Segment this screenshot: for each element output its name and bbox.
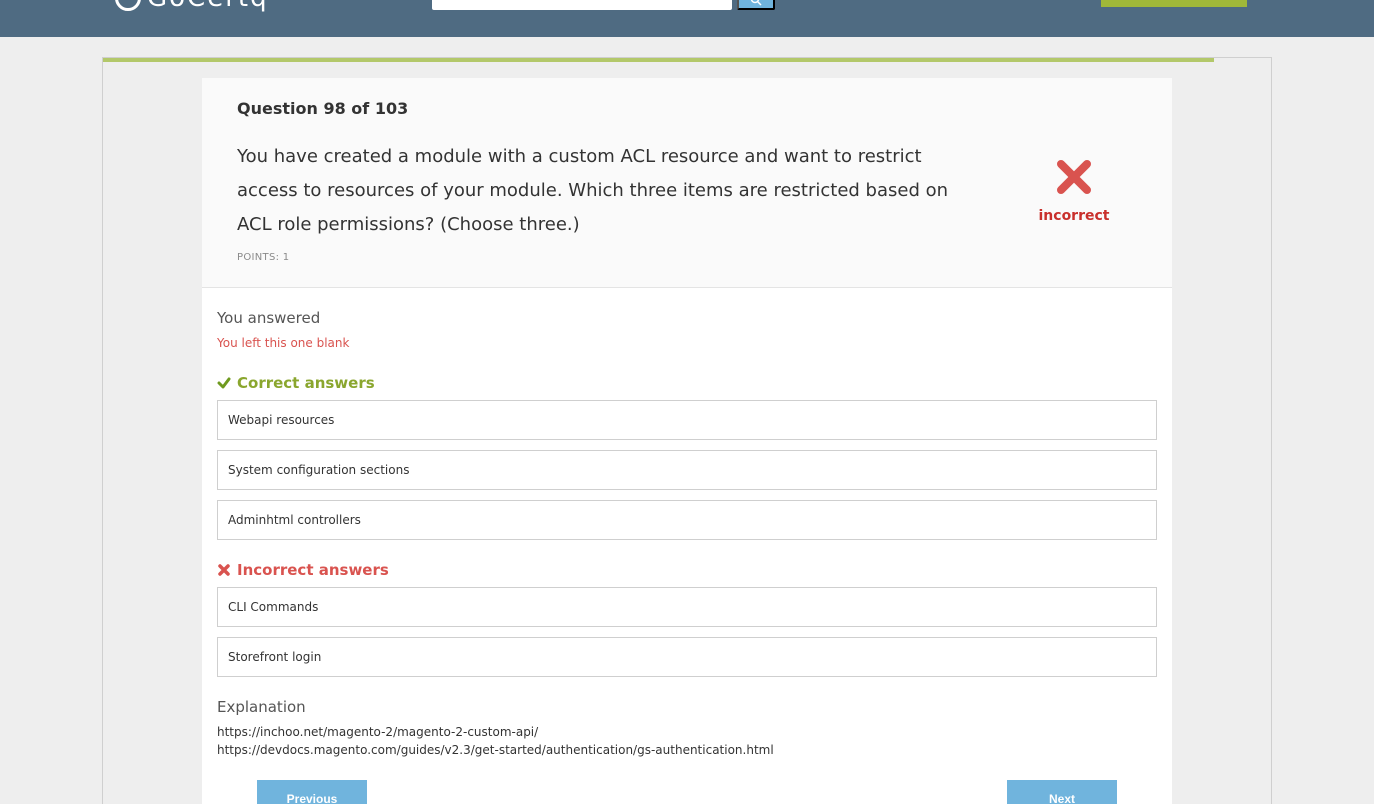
- search-button[interactable]: [737, 0, 775, 10]
- explanation-link[interactable]: https://devdocs.magento.com/guides/v2.3/…: [217, 743, 774, 757]
- site-logo[interactable]: GoCertq: [115, 0, 269, 13]
- red-x-icon: [218, 564, 230, 576]
- question-card: Question 98 of 103 You have created a mo…: [202, 78, 1172, 804]
- logo-icon: [115, 0, 141, 11]
- you-answered-title: You answered: [217, 309, 321, 327]
- search-icon: [750, 0, 762, 6]
- explanation-link[interactable]: https://inchoo.net/magento-2/magento-2-c…: [217, 725, 538, 739]
- answer-text: Storefront login: [228, 650, 322, 664]
- green-check-icon: [217, 377, 231, 389]
- answer-text: Webapi resources: [228, 413, 335, 427]
- correct-answers-title: Correct answers: [237, 374, 375, 392]
- answer-text: Adminhtml controllers: [228, 513, 361, 527]
- incorrect-answer-item: Storefront login: [217, 637, 1157, 677]
- question-number: Question 98 of 103: [237, 99, 409, 118]
- search-input[interactable]: [432, 0, 732, 10]
- correct-answer-item: Adminhtml controllers: [217, 500, 1157, 540]
- progress-bar: [103, 58, 1214, 62]
- answer-text: CLI Commands: [228, 600, 319, 614]
- correct-answer-item: Webapi resources: [217, 400, 1157, 440]
- previous-button[interactable]: Previous: [257, 780, 367, 804]
- logo-text: GoCertq: [147, 0, 269, 13]
- incorrect-answer-item: CLI Commands: [217, 587, 1157, 627]
- correct-answer-item: System configuration sections: [217, 450, 1157, 490]
- question-text: You have created a module with a custom …: [237, 146, 949, 235]
- next-button[interactable]: Next: [1007, 780, 1117, 804]
- result-label: incorrect: [1038, 208, 1110, 224]
- correct-answers-heading: Correct answers: [217, 374, 375, 392]
- incorrect-answers-title: Incorrect answers: [237, 561, 389, 579]
- explanation-title: Explanation: [217, 698, 306, 716]
- blank-answer-note: You left this one blank: [217, 336, 350, 350]
- red-x-icon: [1057, 160, 1091, 194]
- answer-text: System configuration sections: [228, 463, 410, 477]
- incorrect-answers-heading: Incorrect answers: [217, 561, 389, 579]
- question-points: POINTS: 1: [237, 252, 290, 263]
- question-header: Question 98 of 103 You have created a mo…: [202, 78, 1172, 288]
- top-cta-button[interactable]: [1101, 0, 1247, 7]
- top-navbar: GoCertq: [0, 0, 1374, 37]
